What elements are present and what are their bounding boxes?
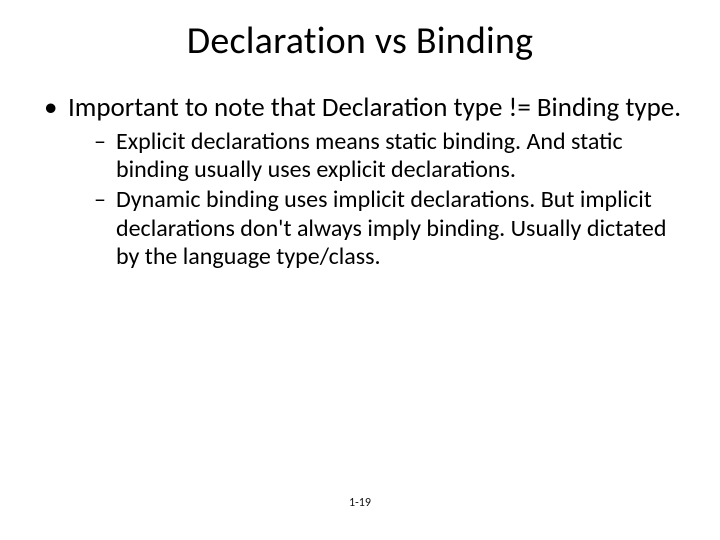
bullet-lvl2: Dynamic binding uses implicit declaratio…	[94, 186, 690, 271]
bullet-text: Important to note that Declaration type …	[68, 91, 681, 124]
bullet-text: Explicit declarations means static bindi…	[116, 127, 623, 184]
bullet-list-lvl1: Important to note that Declaration type …	[30, 92, 690, 271]
bullet-list-lvl2: Explicit declarations means static bindi…	[68, 128, 690, 272]
slide-number: 1-19	[0, 496, 720, 510]
slide: Declaration vs Binding Important to note…	[0, 0, 720, 540]
bullet-text: Dynamic binding uses implicit declaratio…	[116, 185, 666, 271]
bullet-lvl2: Explicit declarations means static bindi…	[94, 128, 690, 185]
bullet-lvl1: Important to note that Declaration type …	[44, 92, 690, 271]
slide-title: Declaration vs Binding	[30, 18, 690, 64]
